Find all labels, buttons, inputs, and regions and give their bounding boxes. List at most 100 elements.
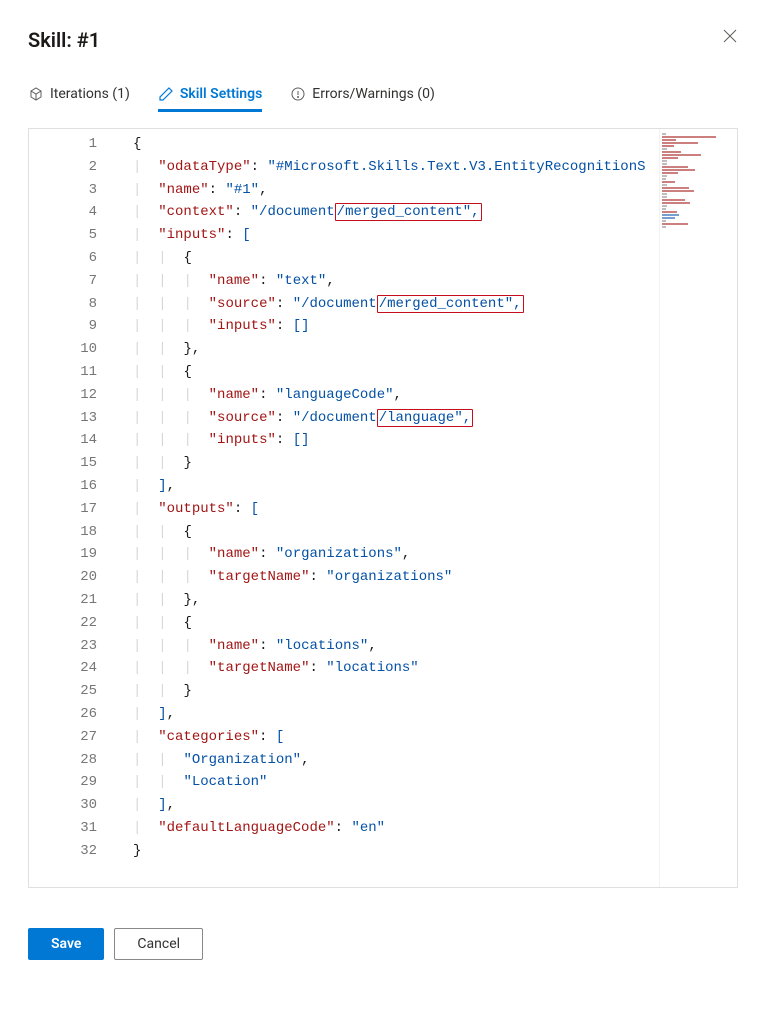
code-line[interactable]: | "defaultLanguageCode": "en" (133, 817, 657, 840)
line-number: 27 (33, 726, 97, 749)
code-line[interactable]: | "inputs": [ (133, 224, 657, 247)
code-line[interactable]: | "odataType": "#Microsoft.Skills.Text.V… (133, 156, 657, 179)
line-number: 16 (33, 475, 97, 498)
line-number: 26 (33, 703, 97, 726)
minimap-line (662, 202, 690, 204)
code-line[interactable]: | | { (133, 612, 657, 635)
minimap-line (662, 160, 667, 162)
minimap-line (662, 139, 676, 141)
minimap-line (662, 193, 667, 195)
minimap-line (662, 145, 674, 147)
code-line[interactable]: | | | "name": "languageCode", (133, 384, 657, 407)
code-line[interactable]: } (133, 840, 657, 863)
edit-icon (158, 86, 174, 102)
tab-errors-warnings-label: Errors/Warnings (0) (312, 86, 435, 102)
minimap-line (662, 178, 666, 180)
minimap-line (662, 163, 667, 165)
line-number: 28 (33, 749, 97, 772)
code-line[interactable]: | | | "name": "text", (133, 270, 657, 293)
cancel-button[interactable]: Cancel (114, 928, 203, 960)
line-number: 18 (33, 521, 97, 544)
code-line[interactable]: | | } (133, 452, 657, 475)
code-line[interactable]: | | } (133, 680, 657, 703)
code-line[interactable]: | | | "source": "/document/merged_conten… (133, 293, 657, 316)
line-number: 29 (33, 771, 97, 794)
minimap-line (662, 187, 689, 189)
tab-bar: Iterations (1) Skill Settings Errors/War… (28, 80, 738, 112)
minimap-line (662, 190, 694, 192)
code-line[interactable]: | ], (133, 703, 657, 726)
minimap-line (662, 148, 667, 150)
line-number: 5 (33, 224, 97, 247)
line-number: 31 (33, 817, 97, 840)
line-number: 7 (33, 270, 97, 293)
line-number: 8 (33, 293, 97, 316)
minimap-line (662, 214, 679, 216)
editor-code[interactable]: {| "odataType": "#Microsoft.Skills.Text.… (115, 129, 657, 887)
close-button[interactable] (722, 28, 738, 48)
minimap-line (662, 169, 695, 171)
line-number: 19 (33, 543, 97, 566)
line-number: 24 (33, 657, 97, 680)
code-line[interactable]: | | | "source": "/document/language", (133, 407, 657, 430)
code-line[interactable]: | | { (133, 247, 657, 270)
minimap-line (662, 211, 677, 213)
line-number: 4 (33, 201, 97, 224)
line-number: 1 (33, 133, 97, 156)
line-number: 30 (33, 794, 97, 817)
minimap-line (662, 208, 666, 210)
tab-iterations-label: Iterations (1) (50, 86, 130, 102)
editor-minimap[interactable] (659, 129, 723, 887)
minimap-line (662, 166, 688, 168)
tab-iterations[interactable]: Iterations (1) (28, 80, 130, 112)
line-number: 25 (33, 680, 97, 703)
code-line[interactable]: | "name": "#1", (133, 179, 657, 202)
line-number: 3 (33, 179, 97, 202)
code-line[interactable]: | "outputs": [ (133, 498, 657, 521)
page-title: Skill: #1 (28, 28, 100, 52)
line-number: 13 (33, 407, 97, 430)
code-line[interactable]: | ], (133, 794, 657, 817)
code-line[interactable]: | | "Location" (133, 771, 657, 794)
code-line[interactable]: | ], (133, 475, 657, 498)
line-number: 21 (33, 589, 97, 612)
code-line[interactable]: | | "Organization", (133, 749, 657, 772)
error-icon (290, 86, 306, 102)
minimap-line (662, 157, 678, 159)
code-line[interactable]: | "categories": [ (133, 726, 657, 749)
iterations-icon (28, 86, 44, 102)
editor-scrollbar[interactable] (723, 129, 737, 887)
code-line[interactable]: | | | "name": "locations", (133, 635, 657, 658)
code-line[interactable]: | | { (133, 361, 657, 384)
code-line[interactable]: | | { (133, 521, 657, 544)
code-line[interactable]: | | }, (133, 338, 657, 361)
code-line[interactable]: | | | "name": "organizations", (133, 543, 657, 566)
minimap-line (662, 184, 667, 186)
minimap-line (662, 223, 688, 225)
code-line[interactable]: | | | "inputs": [] (133, 315, 657, 338)
line-number: 20 (33, 566, 97, 589)
minimap-line (662, 154, 701, 156)
minimap-line (662, 181, 675, 183)
tab-skill-settings[interactable]: Skill Settings (158, 80, 262, 112)
editor-gutter: 1234567891011121314151617181920212223242… (29, 129, 115, 887)
code-line[interactable]: | | }, (133, 589, 657, 612)
minimap-line (662, 151, 681, 153)
line-number: 32 (33, 840, 97, 863)
line-number: 22 (33, 612, 97, 635)
minimap-line (662, 172, 678, 174)
line-number: 6 (33, 247, 97, 270)
code-line[interactable]: | | | "inputs": [] (133, 429, 657, 452)
tab-errors-warnings[interactable]: Errors/Warnings (0) (290, 80, 435, 112)
minimap-line (662, 175, 667, 177)
line-number: 23 (33, 635, 97, 658)
code-line[interactable]: | | | "targetName": "locations" (133, 657, 657, 680)
minimap-line (662, 217, 675, 219)
code-line[interactable]: { (133, 133, 657, 156)
code-line[interactable]: | | | "targetName": "organizations" (133, 566, 657, 589)
minimap-line (662, 133, 666, 135)
save-button[interactable]: Save (28, 928, 104, 960)
code-editor[interactable]: 1234567891011121314151617181920212223242… (28, 128, 738, 888)
minimap-line (662, 199, 685, 201)
code-line[interactable]: | "context": "/document/merged_content", (133, 201, 657, 224)
